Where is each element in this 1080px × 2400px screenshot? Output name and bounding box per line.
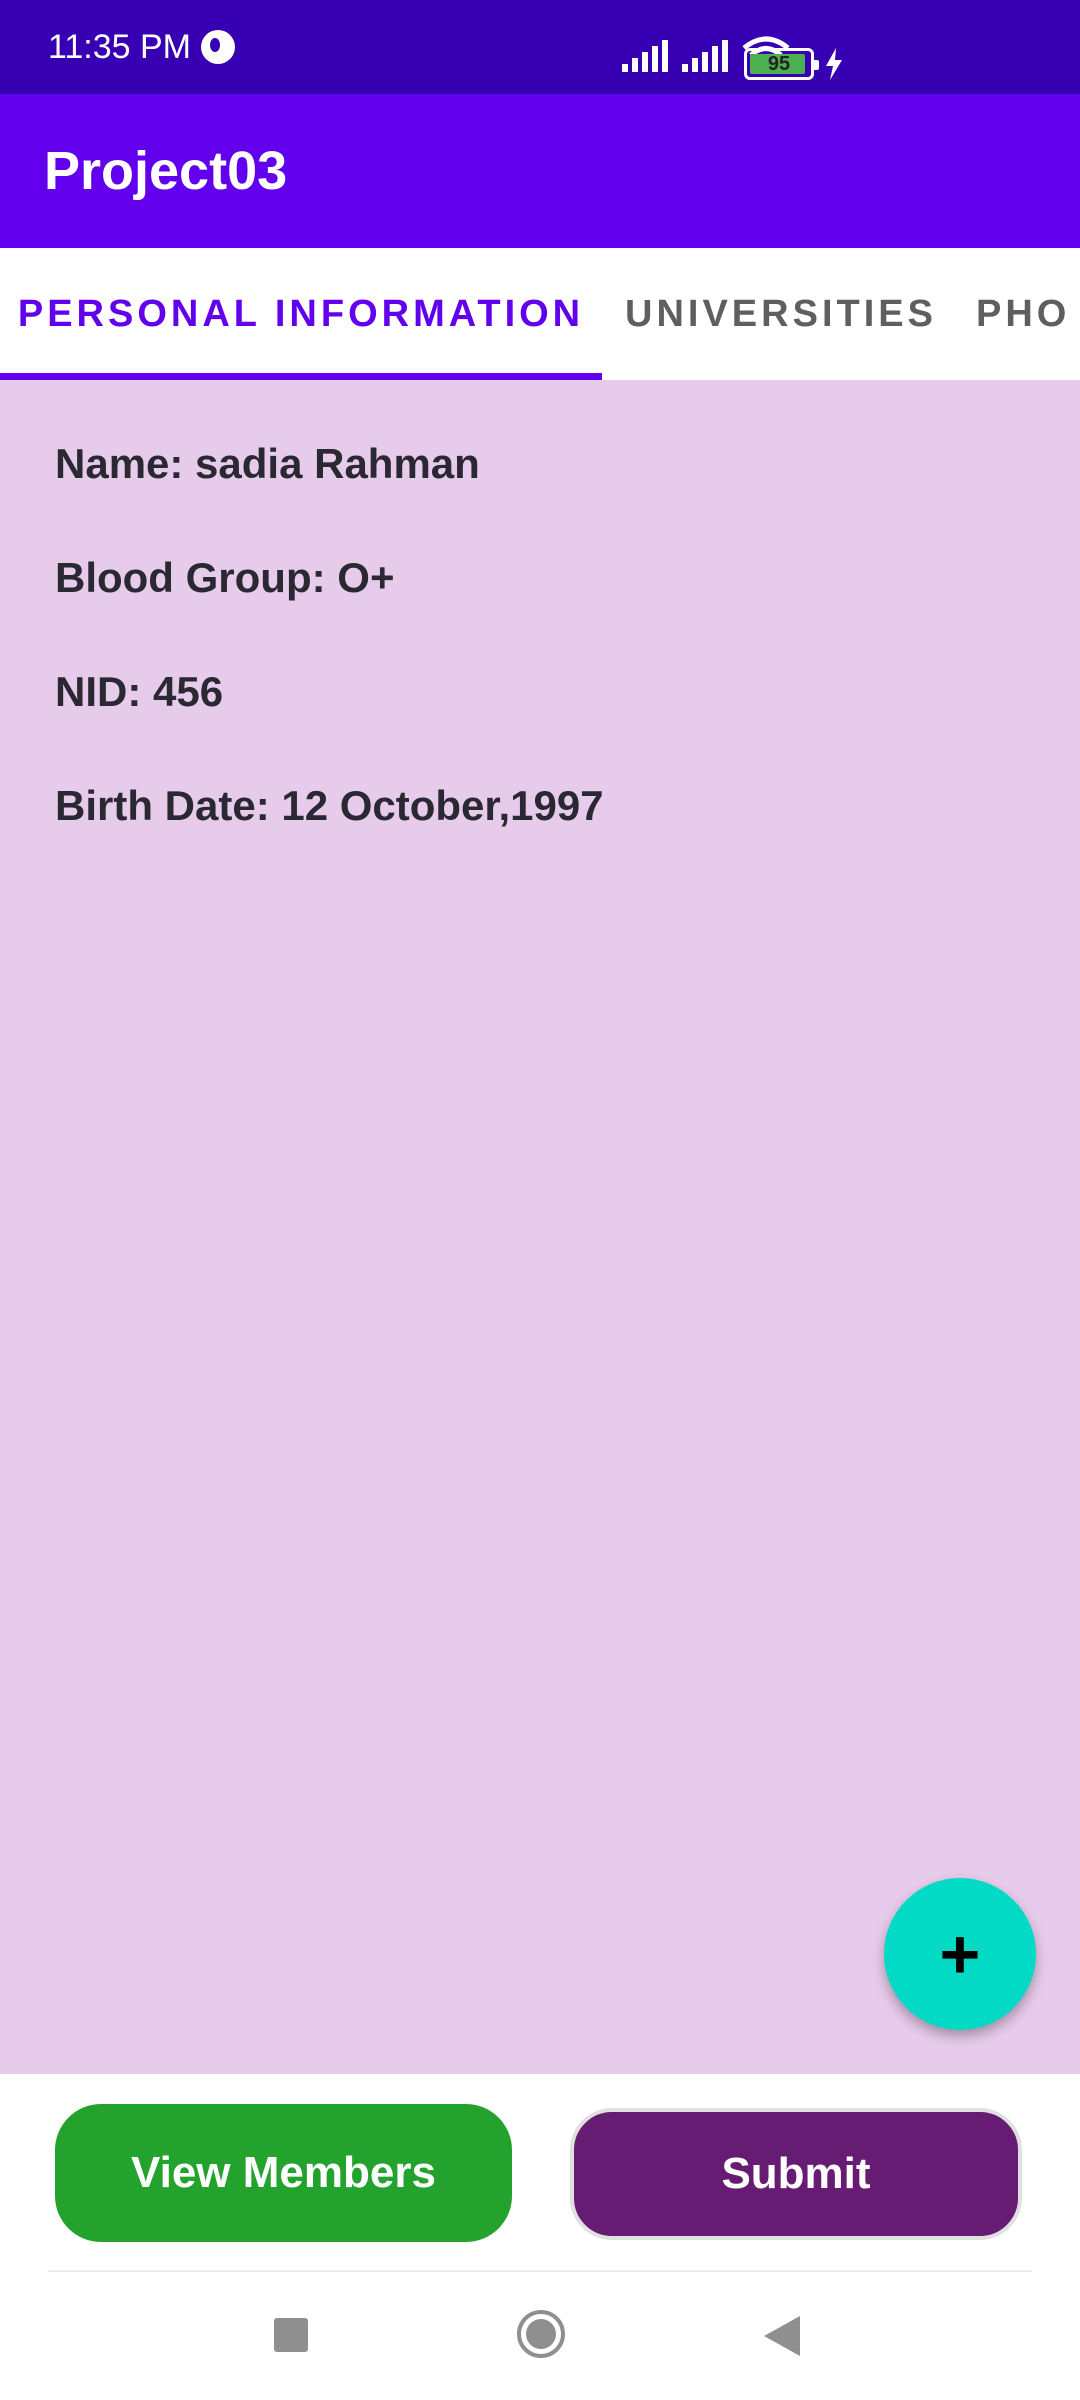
bottom-button-row: View Members Submit bbox=[0, 2074, 1080, 2270]
submit-button[interactable]: Submit bbox=[570, 2108, 1022, 2240]
app-bar: Project03 bbox=[0, 94, 1080, 248]
add-fab-button[interactable]: + bbox=[884, 1878, 1036, 2030]
clock-icon bbox=[201, 30, 236, 64]
charging-bolt-icon bbox=[826, 48, 842, 80]
app-title: Project03 bbox=[44, 141, 288, 201]
birth-date-text: Birth Date: 12 October,1997 bbox=[55, 782, 604, 829]
tab-bar: PERSONAL INFORMATION UNIVERSITIES PHO bbox=[0, 248, 1080, 380]
navigation-bar bbox=[0, 2272, 1080, 2400]
signal-icon bbox=[682, 40, 728, 72]
status-time: 11:35 PM bbox=[48, 27, 192, 66]
battery-icon: 95 bbox=[744, 48, 819, 80]
blood-group-text: Blood Group: O+ bbox=[55, 554, 395, 601]
view-members-button[interactable]: View Members bbox=[55, 2104, 512, 2242]
nid-text: NID: 456 bbox=[55, 668, 224, 715]
home-circle-icon[interactable] bbox=[517, 2310, 565, 2358]
recents-square-icon[interactable] bbox=[274, 2318, 308, 2352]
name-text: Name: sadia Rahman bbox=[55, 440, 480, 487]
plus-icon: + bbox=[939, 1915, 981, 1993]
back-triangle-icon[interactable] bbox=[764, 2316, 800, 2356]
status-bar: 11:35 PM 95 bbox=[0, 0, 1080, 94]
tab-photos[interactable]: PHO bbox=[960, 248, 1080, 380]
signal-icon bbox=[622, 40, 668, 72]
tab-personal-information[interactable]: PERSONAL INFORMATION bbox=[0, 248, 602, 380]
tab-universities[interactable]: UNIVERSITIES bbox=[602, 248, 960, 380]
battery-level: 95 bbox=[767, 52, 791, 75]
personal-info-panel: Name: sadia Rahman Blood Group: O+ NID: … bbox=[0, 380, 1080, 2074]
